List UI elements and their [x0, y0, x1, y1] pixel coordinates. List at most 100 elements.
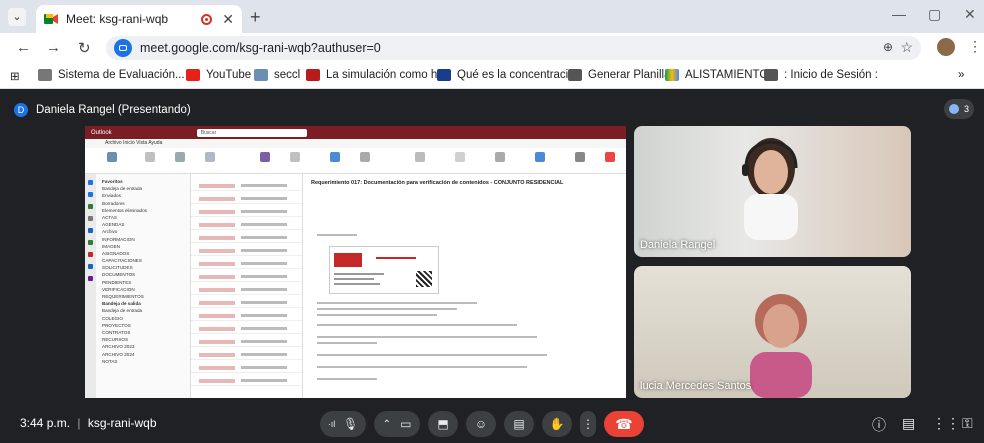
folder-item[interactable]: Archivo — [96, 228, 190, 235]
folder-item[interactable]: PENDIENTES — [96, 279, 190, 286]
leave-call-button[interactable]: ☎ — [604, 411, 644, 437]
folder-item[interactable]: Enviados — [96, 192, 190, 199]
participants-button[interactable]: 3 — [944, 99, 974, 119]
list-item[interactable] — [191, 178, 302, 191]
signature-line — [334, 273, 384, 275]
raise-hand-button[interactable]: ✋ — [542, 411, 572, 437]
folder-item[interactable]: PROYECTOS — [96, 322, 190, 329]
bookmark-icon — [437, 69, 451, 81]
forward-arrow-icon[interactable]: → — [46, 39, 61, 56]
list-item[interactable] — [191, 321, 302, 334]
host-controls-icon[interactable]: ⚿ — [962, 415, 973, 432]
folder-item[interactable]: IMAGEN — [96, 243, 190, 250]
captions-button[interactable]: ▤ — [504, 411, 534, 437]
close-window-icon[interactable]: ✕ — [964, 6, 976, 23]
restore-icon[interactable]: ▢ — [928, 6, 941, 23]
bookmark-concentracion[interactable]: Qué es la concentraci... — [437, 69, 578, 81]
folder-item[interactable]: Borradores — [96, 200, 190, 207]
ribbon-icon — [330, 152, 340, 162]
activities-icon[interactable]: ⋮⋮ — [932, 415, 960, 432]
mic-button[interactable]: ·ıl 🎙 — [320, 411, 366, 437]
folder-item[interactable]: Bandeja de salida — [96, 300, 190, 307]
bookmark-seccl[interactable]: seccl — [254, 69, 300, 81]
list-item[interactable] — [191, 373, 302, 386]
folder-item[interactable]: COLEGIO — [96, 315, 190, 322]
outlook-menu: Archivo Inicio Vista Ayuda — [85, 139, 626, 148]
shared-screen[interactable]: Outlook Buscar Archivo Inicio Vista Ayud… — [85, 126, 626, 398]
folder-item[interactable]: Favoritos — [96, 178, 190, 185]
people-icon — [88, 204, 93, 209]
qr-code — [416, 271, 432, 287]
list-item[interactable] — [191, 269, 302, 282]
bookmark-alistamientos[interactable]: ALISTAMIENTOS — [665, 69, 776, 81]
folder-item[interactable]: CAPACITACIONES — [96, 257, 190, 264]
folder-item[interactable]: ARCHIVO 2023 — [96, 343, 190, 350]
folder-item[interactable]: Elementos eliminados — [96, 207, 190, 214]
folder-item[interactable]: VERIFICACION — [96, 286, 190, 293]
minimize-icon[interactable]: — — [892, 6, 906, 22]
bookmark-planilla[interactable]: Generar Planilla — [568, 69, 670, 81]
list-item[interactable] — [191, 256, 302, 269]
message-preview — [241, 340, 287, 343]
back-arrow-icon[interactable]: ← — [16, 39, 31, 56]
tab-meet[interactable]: Meet: ksg-rani-wqb ✕ — [36, 5, 242, 33]
meeting-details-icon[interactable]: ⓘ — [872, 415, 886, 435]
folder-item[interactable]: NOTAS — [96, 358, 190, 365]
participant-tile-lucia[interactable]: lucia Mercedes Santos — [634, 266, 911, 398]
list-item[interactable] — [191, 217, 302, 230]
list-item[interactable] — [191, 243, 302, 256]
chat-icon[interactable]: ▤ — [902, 415, 915, 432]
list-item[interactable] — [191, 230, 302, 243]
tab-search-icon[interactable]: ⌄ — [8, 8, 26, 26]
folder-item[interactable]: RECURSOS — [96, 336, 190, 343]
bookmark-sistema[interactable]: Sistema de Evaluación... — [38, 69, 185, 81]
list-item[interactable] — [191, 191, 302, 204]
url-text: meet.google.com/ksg-rani-wqb?authuser=0 — [140, 41, 381, 55]
folder-item[interactable]: Bandeja de entrada — [96, 185, 190, 192]
body-line — [317, 342, 377, 344]
address-bar[interactable]: meet.google.com/ksg-rani-wqb?authuser=0 … — [106, 36, 921, 60]
list-item[interactable] — [191, 295, 302, 308]
list-item[interactable] — [191, 204, 302, 217]
more-bookmarks-icon[interactable]: » — [958, 69, 964, 81]
present-button[interactable]: ⬒ — [428, 411, 458, 437]
participant-tile-daniela[interactable]: Daniela Rangel — [634, 126, 911, 257]
folder-item[interactable]: ASIGNADOS — [96, 250, 190, 257]
list-item[interactable] — [191, 347, 302, 360]
reactions-button[interactable]: ☺ — [466, 411, 496, 437]
bookmark-youtube[interactable]: YouTube — [186, 69, 251, 81]
bookmark-inicio-sesion[interactable]: : Inicio de Sesión : — [764, 69, 878, 81]
new-tab-icon[interactable]: + — [250, 7, 261, 28]
end-call-icon: ☎ — [615, 415, 633, 432]
zoom-icon[interactable]: ⊕ — [883, 40, 893, 54]
folder-item[interactable]: REQUERIMIENTOS — [96, 293, 190, 300]
camera-button[interactable]: ⌃ ▭ — [374, 411, 420, 437]
ribbon-icon — [107, 152, 117, 162]
folder-item[interactable]: CONTRATOS — [96, 329, 190, 336]
message-tag — [199, 275, 235, 279]
close-tab-icon[interactable]: ✕ — [222, 11, 234, 28]
bookmark-star-icon[interactable]: ☆ — [900, 39, 913, 56]
site-info-icon[interactable] — [114, 39, 132, 57]
list-item[interactable] — [191, 360, 302, 373]
list-item[interactable] — [191, 282, 302, 295]
list-item[interactable] — [191, 308, 302, 321]
body-line — [317, 378, 377, 380]
more-options-button[interactable]: ⋮ — [580, 411, 596, 437]
apps-grid-icon[interactable]: ⊞ — [10, 69, 20, 83]
folder-pane: Favoritos Bandeja de entrada Enviados Borra… — [96, 174, 191, 398]
folder-item[interactable]: Bandeja de entrada — [96, 307, 190, 314]
bookmark-simulacion[interactable]: La simulación como h... — [306, 69, 447, 81]
browser-menu-icon[interactable]: ⋮ — [968, 38, 982, 55]
profile-avatar[interactable] — [937, 38, 955, 56]
list-item[interactable] — [191, 334, 302, 347]
more-vert-icon: ⋮ — [582, 417, 594, 431]
folder-item[interactable]: DOCUMENTOS — [96, 271, 190, 278]
folder-item[interactable]: AGENDAS — [96, 221, 190, 228]
folder-item[interactable]: ARCHIVO 2024 — [96, 351, 190, 358]
folder-item[interactable]: SOLICITUDES — [96, 264, 190, 271]
folder-item[interactable]: INFORMACION — [96, 236, 190, 243]
powerpoint-icon — [88, 252, 93, 257]
reload-icon[interactable]: ↻ — [78, 39, 91, 57]
folder-item[interactable]: ACTAS — [96, 214, 190, 221]
